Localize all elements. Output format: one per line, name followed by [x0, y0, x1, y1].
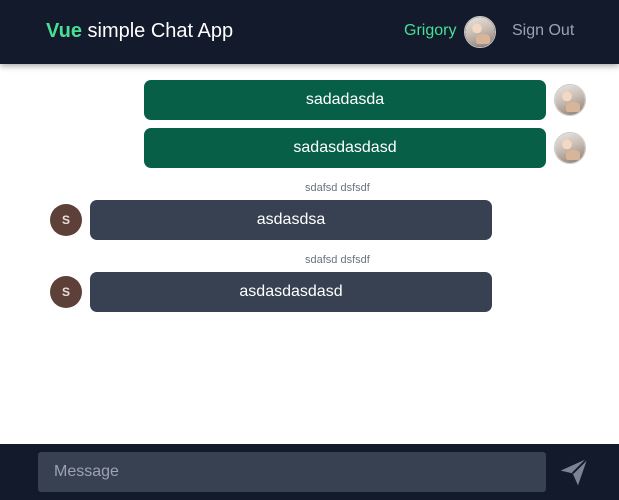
- current-user-avatar: [464, 16, 496, 48]
- message-sender-name: sdafsd dsfsdf: [305, 254, 370, 266]
- chat-app: Vue simple Chat App Grigory Sign Out sad…: [0, 0, 619, 500]
- user-photo-icon: [555, 85, 585, 115]
- app-title: Vue simple Chat App: [46, 20, 233, 43]
- message-composer: [0, 444, 619, 500]
- user-photo-icon: [555, 133, 585, 163]
- send-button[interactable]: [556, 454, 592, 490]
- sign-out-button[interactable]: Sign Out: [512, 22, 574, 40]
- message-bubble-other: asdasdsa: [90, 200, 492, 240]
- message-sender-name: sdafsd dsfsdf: [305, 182, 370, 194]
- app-title-rest: simple Chat App: [81, 20, 234, 42]
- app-title-accent: Vue: [46, 20, 82, 42]
- paper-plane-icon: [560, 458, 588, 486]
- message-bubble-own: sadadasda: [144, 80, 546, 120]
- sender-letter-avatar: S: [50, 276, 82, 308]
- message-input[interactable]: [38, 452, 546, 492]
- current-user-name: Grigory: [404, 22, 457, 39]
- message-avatar: [554, 84, 586, 116]
- sender-letter-avatar: S: [50, 204, 82, 236]
- message-bubble-own: sadasdasdasd: [144, 128, 546, 168]
- message-bubble-other: asdasdasdasd: [90, 272, 492, 312]
- user-photo-icon: [465, 17, 495, 47]
- message-avatar: [554, 132, 586, 164]
- app-header: Vue simple Chat App Grigory Sign Out: [0, 0, 619, 64]
